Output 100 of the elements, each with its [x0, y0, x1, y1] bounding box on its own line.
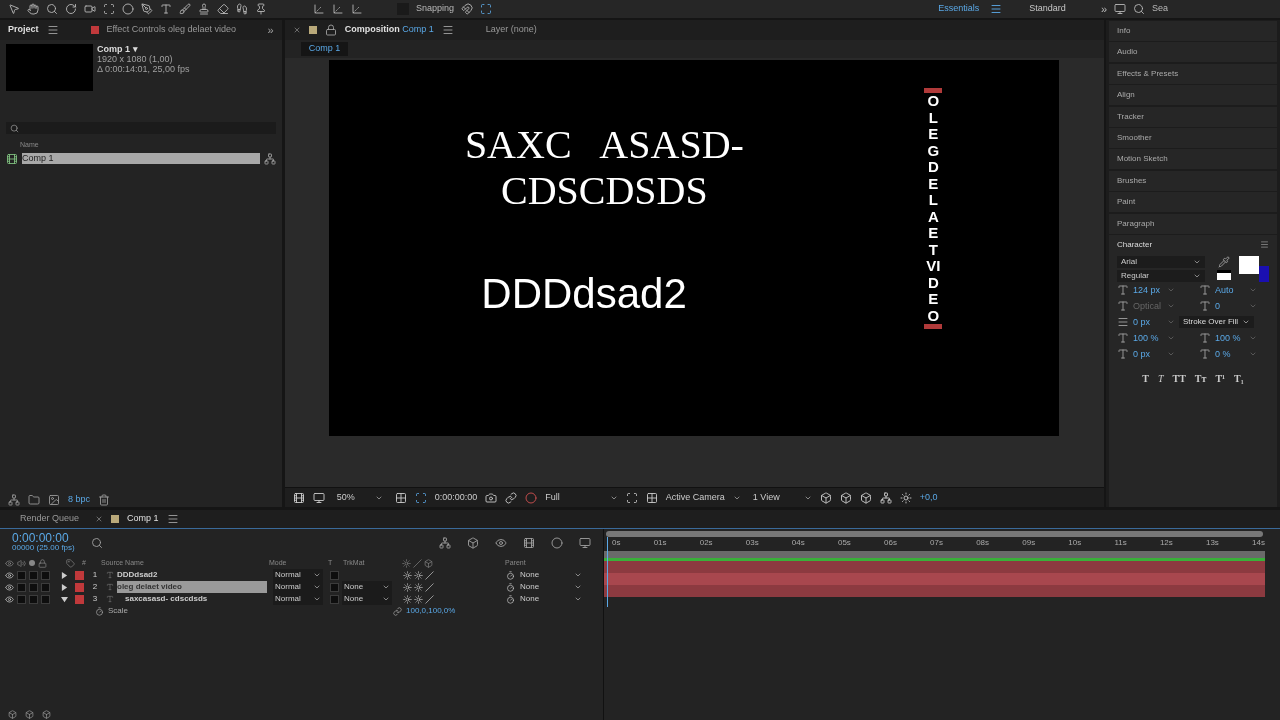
expand-toggle[interactable]: [61, 595, 68, 603]
track-matte-dropdown[interactable]: None: [342, 593, 392, 605]
zoom-icon[interactable]: [46, 3, 58, 15]
panel-header[interactable]: Brushes: [1109, 170, 1277, 191]
comp-name[interactable]: Comp 1 ▾: [97, 44, 190, 54]
composition-icon[interactable]: [6, 152, 18, 165]
menu-icon[interactable]: [46, 24, 59, 36]
layer-name[interactable]: saxcasasd- cdscdsds: [117, 593, 267, 605]
ellipse-icon[interactable]: [122, 3, 134, 15]
project-item[interactable]: Comp 1: [22, 153, 260, 164]
text-style-button[interactable]: Tт: [1194, 370, 1207, 386]
text-style-button[interactable]: T: [1142, 370, 1149, 386]
parent-dropdown[interactable]: None: [518, 569, 584, 581]
panel-header[interactable]: Paint: [1109, 192, 1277, 213]
transparency-grid-icon[interactable]: [645, 491, 658, 504]
pen-icon[interactable]: [141, 3, 153, 15]
parent-dropdown[interactable]: None: [518, 593, 584, 605]
text-style-button[interactable]: T: [1157, 370, 1164, 386]
constrain-icon[interactable]: [393, 606, 402, 616]
text-style-button[interactable]: T₁: [1234, 370, 1244, 386]
lock-icon[interactable]: [324, 24, 337, 36]
panel-tab[interactable]: Composition Comp 1: [344, 23, 434, 37]
panel-tab[interactable]: Layer (none): [485, 23, 537, 37]
exposure-icon[interactable]: [899, 491, 912, 504]
panel-header[interactable]: Motion Sketch: [1109, 149, 1277, 170]
text-style-button[interactable]: T¹: [1215, 370, 1226, 386]
panel-tab[interactable]: Comp 1: [127, 512, 159, 526]
flowchart-icon[interactable]: [879, 491, 892, 504]
display-icon[interactable]: [312, 491, 325, 504]
video-icon[interactable]: [5, 558, 14, 568]
expand-toggle[interactable]: [61, 571, 68, 579]
workspace-tab[interactable]: Standard: [1025, 2, 1070, 16]
magnet-icon[interactable]: [461, 3, 474, 15]
panel-header[interactable]: Tracker: [1109, 106, 1277, 127]
exposure-value[interactable]: +0,0: [919, 490, 938, 505]
menu-icon[interactable]: [166, 513, 179, 525]
expand-toggle[interactable]: [61, 583, 68, 591]
view-layout-dropdown[interactable]: 1 View: [752, 490, 812, 505]
stroke-color-swatch[interactable]: [1259, 265, 1269, 282]
property-value[interactable]: 100,0,100,0%: [406, 605, 456, 617]
mode-dropdown[interactable]: Normal: [273, 569, 323, 581]
search-icon[interactable]: [1133, 3, 1145, 15]
font-dropdown[interactable]: Arial: [1117, 255, 1205, 268]
layer-name[interactable]: DDDdsad2: [117, 569, 267, 581]
hand-icon[interactable]: [27, 3, 39, 15]
workspace-tab[interactable]: Essentials: [934, 2, 984, 16]
horizontal-scale-field[interactable]: 100 %: [1215, 331, 1257, 346]
tracking-field[interactable]: 0: [1215, 299, 1257, 314]
search-icon[interactable]: [10, 123, 19, 133]
panel-tab[interactable]: Effect Controls oleg delaet video: [106, 23, 236, 37]
current-time[interactable]: 0:00:00:00: [434, 490, 478, 505]
label-color-swatch[interactable]: [75, 594, 84, 604]
stroke-width-field[interactable]: 0 px: [1133, 315, 1175, 330]
mode-dropdown[interactable]: Normal: [273, 593, 323, 605]
visibility-icon[interactable]: [5, 570, 14, 580]
font-style-dropdown[interactable]: Regular: [1117, 269, 1205, 282]
menu-icon[interactable]: [990, 3, 1003, 15]
stopwatch-icon[interactable]: [95, 606, 104, 616]
more-button[interactable]: »: [267, 21, 274, 39]
flowchart-icon[interactable]: [263, 152, 276, 165]
camera-icon[interactable]: [84, 3, 96, 15]
shy-icon[interactable]: [495, 537, 507, 549]
mode-dropdown[interactable]: Normal: [273, 581, 323, 593]
menu-icon[interactable]: [441, 24, 454, 36]
axis-icon[interactable]: [332, 3, 344, 15]
label-color-swatch[interactable]: [75, 582, 84, 592]
folder-icon[interactable]: [28, 494, 40, 506]
visibility-icon[interactable]: [5, 582, 14, 592]
panel-header[interactable]: Smoother: [1109, 127, 1277, 148]
search-field[interactable]: [6, 122, 276, 134]
stroke-order-dropdown[interactable]: Stroke Over Fill: [1179, 316, 1255, 329]
type-icon[interactable]: [160, 3, 172, 15]
lock-icon[interactable]: [38, 558, 47, 568]
search-icon[interactable]: [90, 537, 103, 549]
composition-flowchart-icon[interactable]: [439, 537, 451, 549]
axis-icon[interactable]: [313, 3, 325, 15]
snapshot-icon[interactable]: [485, 491, 498, 504]
pin-icon[interactable]: [255, 3, 267, 15]
close-icon[interactable]: [95, 515, 104, 523]
baseline-shift-field[interactable]: 0 px: [1133, 347, 1175, 362]
grid-icon[interactable]: [394, 491, 407, 504]
close-icon[interactable]: [292, 26, 301, 34]
vertical-scale-field[interactable]: 100 %: [1133, 331, 1175, 346]
parent-dropdown[interactable]: None: [518, 581, 584, 593]
menu-icon[interactable]: [1260, 240, 1269, 250]
brush-icon[interactable]: [179, 3, 191, 15]
track-matte-dropdown[interactable]: None: [342, 581, 392, 593]
fill-color-swatch[interactable]: [1239, 255, 1259, 274]
breadcrumb-tab[interactable]: Comp 1: [300, 42, 349, 56]
eraser-icon[interactable]: [217, 3, 229, 15]
tsume-field[interactable]: 0 %: [1215, 347, 1257, 362]
trash-icon[interactable]: [98, 494, 111, 506]
panel-header[interactable]: Align: [1109, 85, 1277, 106]
zoom-dropdown[interactable]: 50%: [332, 490, 387, 505]
font-size-field[interactable]: 124 px: [1133, 283, 1175, 298]
panel-header[interactable]: Paragraph: [1109, 213, 1277, 234]
resolution-dropdown[interactable]: Full: [545, 490, 618, 505]
frame-icon[interactable]: [480, 3, 493, 15]
stamp-icon[interactable]: [198, 3, 210, 15]
swatch-icon[interactable]: [1217, 269, 1231, 280]
